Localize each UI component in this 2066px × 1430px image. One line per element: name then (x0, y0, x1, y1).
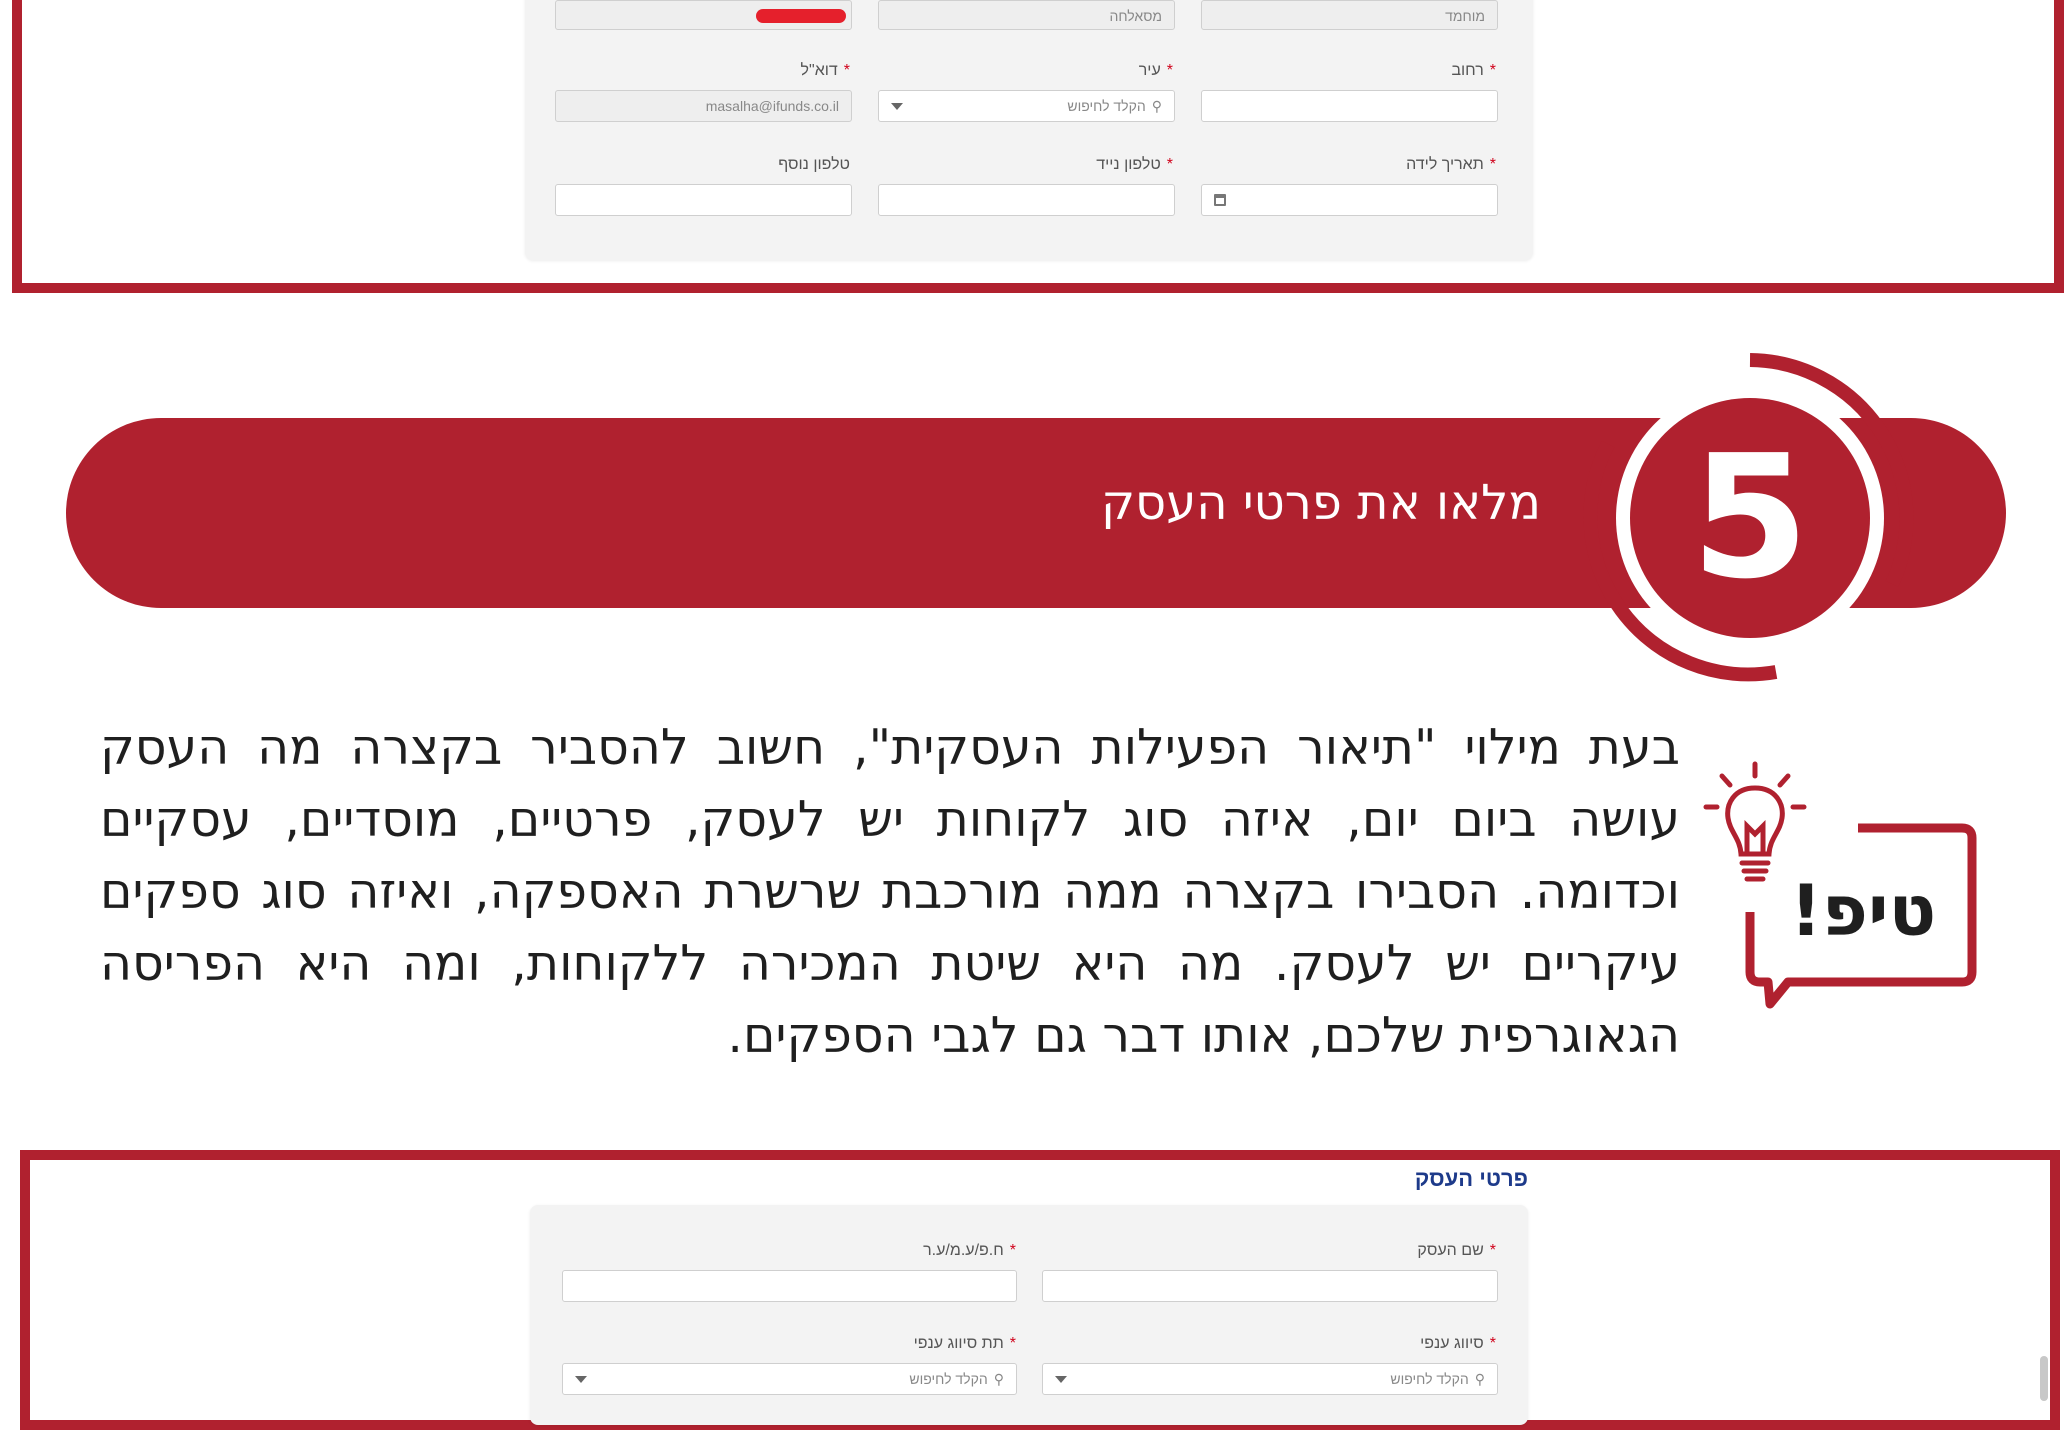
email-label-text: דוא"ל (800, 62, 838, 79)
personal-details-card (525, 0, 1533, 260)
email-field[interactable]: masalha@ifunds.co.il (555, 90, 852, 122)
mobile-phone-label: * טלפון נייד (1096, 156, 1173, 174)
business-section-title: פרטי העסק (1414, 1166, 1528, 1191)
tip-label: טיפ! (1790, 870, 1937, 952)
extra-phone-input[interactable] (555, 184, 852, 216)
extra-phone-label-text: טלפון נוסף (778, 156, 850, 173)
sub-industry-label: * תת סיווג ענפי (914, 1335, 1016, 1353)
step-number: 5 (1690, 419, 1810, 617)
city-label-text: עיר (1138, 62, 1161, 79)
required-marker: * (1489, 1242, 1496, 1259)
industry-label: * סיווג ענפי (1420, 1335, 1496, 1353)
birth-date-label-text: תאריך לידה (1406, 156, 1484, 173)
required-marker: * (1166, 62, 1173, 79)
required-marker: * (1489, 1335, 1496, 1352)
city-select[interactable]: ⚲ הקלד לחיפוש (878, 90, 1175, 122)
industry-label-text: סיווג ענפי (1420, 1335, 1484, 1352)
industry-placeholder: הקלד לחיפוש (1390, 1371, 1469, 1387)
industry-select[interactable]: ⚲ הקלד לחיפוש (1042, 1363, 1498, 1395)
business-name-label-text: שם העסק (1417, 1242, 1484, 1259)
search-icon: ⚲ (1151, 98, 1162, 114)
birth-date-input[interactable] (1201, 184, 1498, 216)
sub-industry-placeholder: הקלד לחיפוש (909, 1371, 988, 1387)
last-name-value: מסאלחה (1109, 8, 1162, 24)
company-id-input[interactable] (562, 1270, 1017, 1302)
search-icon: ⚲ (1474, 1371, 1485, 1387)
required-marker: * (1489, 156, 1496, 173)
email-value: masalha@ifunds.co.il (705, 98, 839, 114)
step-title: מלאו את פרטי העסק (1101, 475, 1541, 531)
scrollbar-thumb[interactable] (2040, 1356, 2048, 1401)
chevron-down-icon[interactable] (891, 103, 903, 110)
id-number-field[interactable] (555, 0, 852, 30)
first-name-field[interactable]: מוחמד (1201, 0, 1498, 30)
required-marker: * (1009, 1242, 1016, 1259)
first-name-value: מוחמד (1445, 8, 1485, 24)
company-id-label: * ח.פ/ע.מ/ע.ר (923, 1242, 1016, 1260)
street-label: * רחוב (1451, 62, 1496, 80)
tip-text: בעת מילוי "תיאור הפעילות העסקית", חשוב ל… (100, 719, 1680, 1064)
mobile-phone-label-text: טלפון נייד (1096, 156, 1161, 173)
extra-phone-label: טלפון נוסף (778, 156, 850, 174)
calendar-icon[interactable] (1214, 194, 1226, 206)
chevron-down-icon[interactable] (575, 1376, 587, 1383)
sub-industry-select[interactable]: ⚲ הקלד לחיפוש (562, 1363, 1017, 1395)
street-label-text: רחוב (1451, 62, 1484, 79)
email-label: * דוא"ל (801, 62, 850, 80)
required-marker: * (1489, 62, 1496, 79)
redaction-mark (756, 9, 846, 23)
required-marker: * (1166, 156, 1173, 173)
required-marker: * (843, 62, 850, 79)
sub-industry-label-text: תת סיווג ענפי (913, 1335, 1004, 1352)
mobile-phone-input[interactable] (878, 184, 1175, 216)
required-marker: * (1009, 1335, 1016, 1352)
birth-date-label: * תאריך לידה (1406, 156, 1496, 174)
business-name-label: * שם העסק (1417, 1242, 1496, 1260)
chevron-down-icon[interactable] (1055, 1376, 1067, 1383)
business-name-input[interactable] (1042, 1270, 1498, 1302)
company-id-label-text: ח.פ/ע.מ/ע.ר (923, 1242, 1004, 1259)
street-input[interactable] (1201, 90, 1498, 122)
city-label: * עיר (1139, 62, 1173, 80)
search-icon: ⚲ (993, 1371, 1004, 1387)
last-name-field[interactable]: מסאלחה (878, 0, 1175, 30)
city-placeholder: הקלד לחיפוש (1067, 98, 1146, 114)
